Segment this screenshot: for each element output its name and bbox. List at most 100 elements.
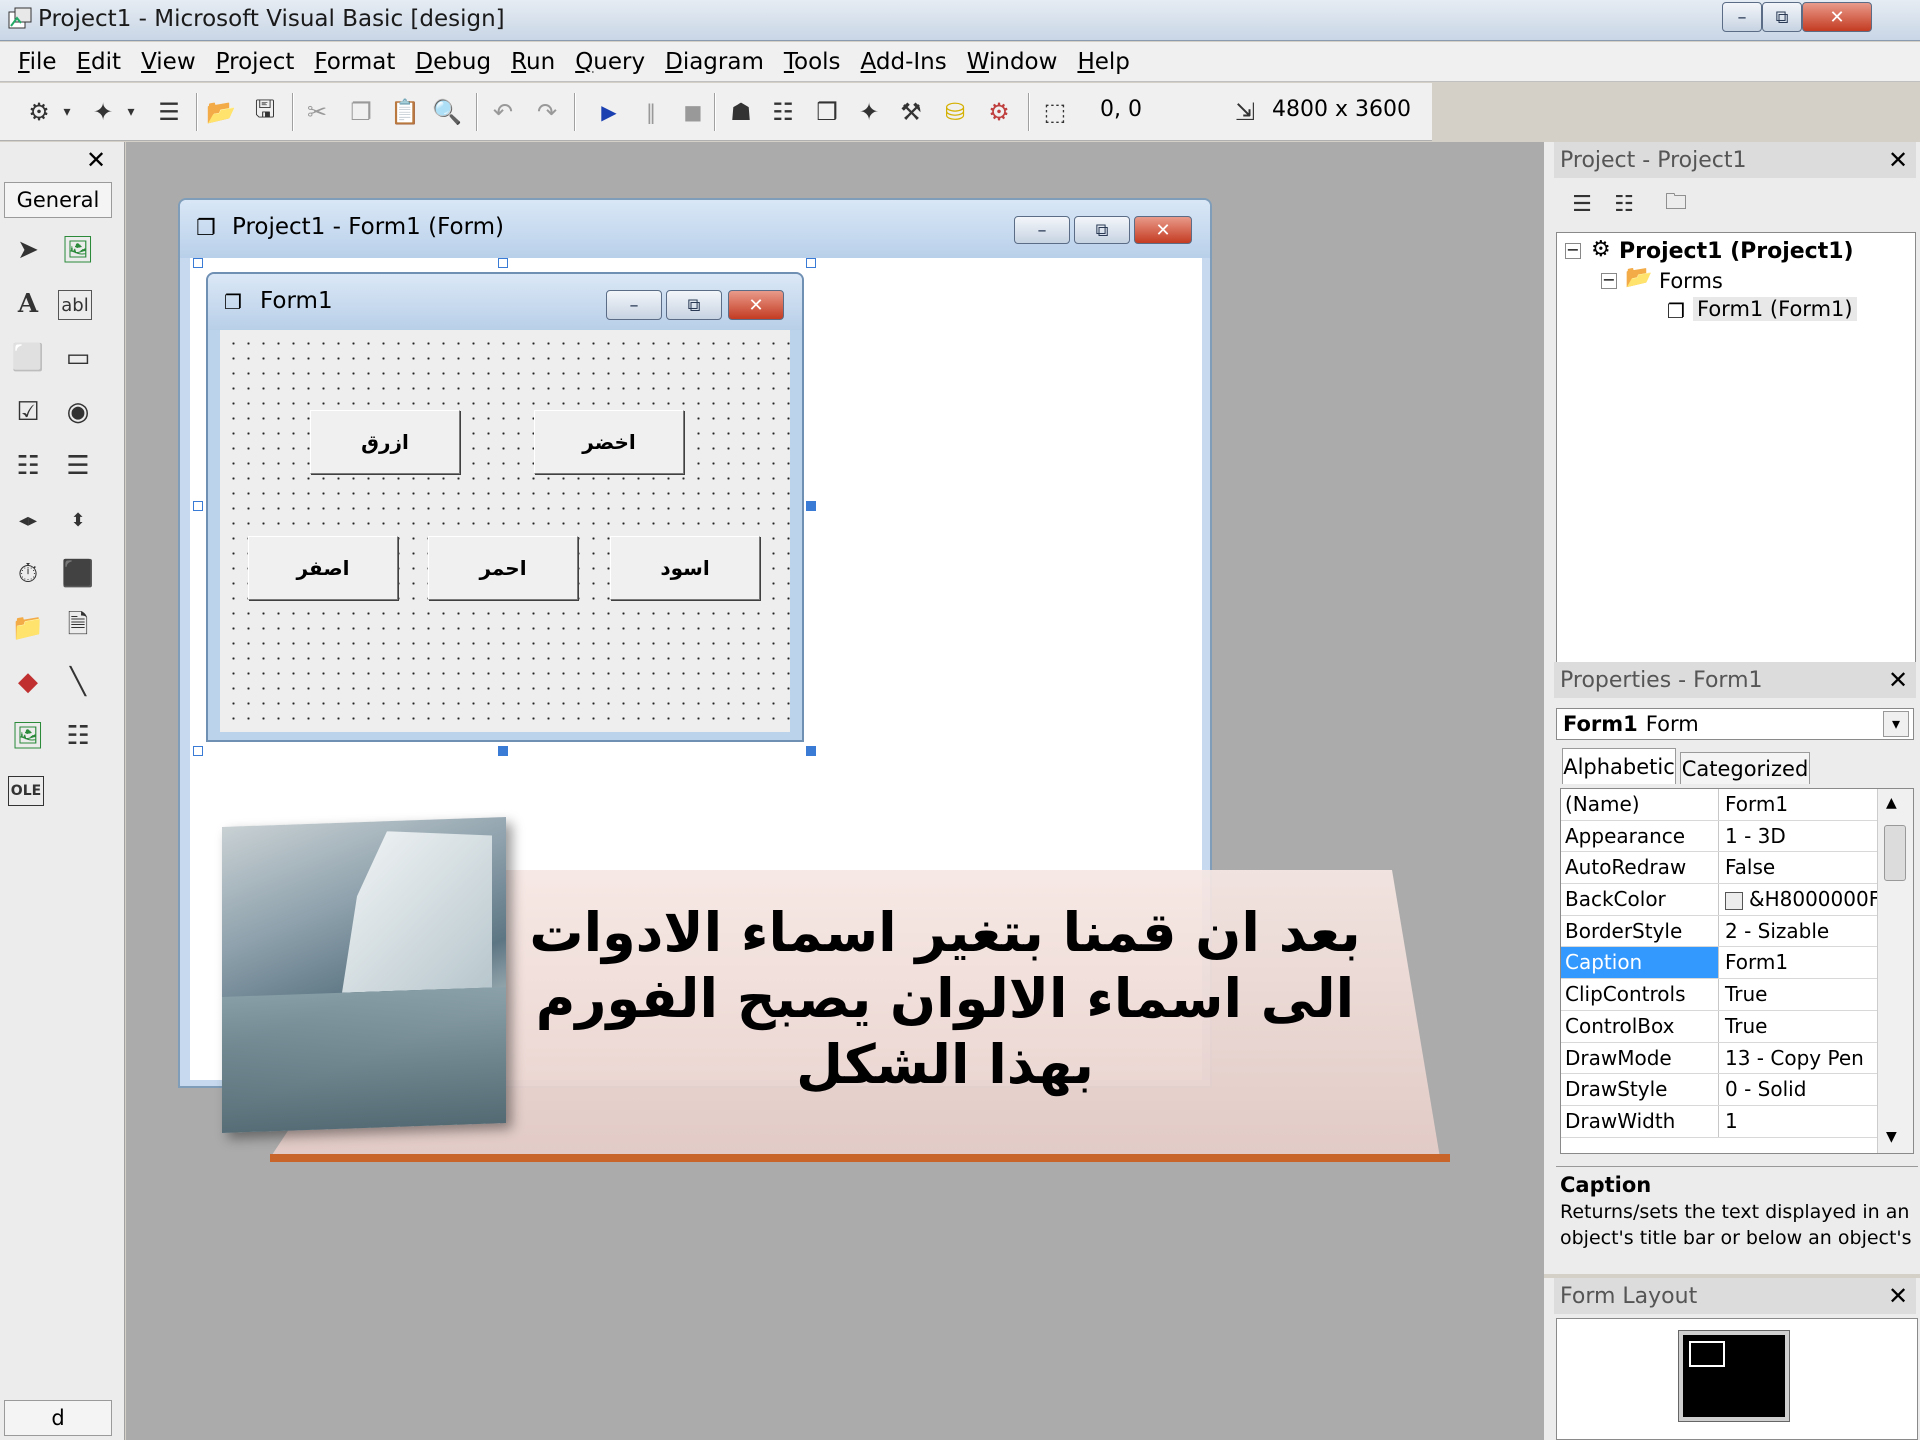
find-icon[interactable]: 🔍	[430, 95, 464, 129]
property-value[interactable]: 2 - Sizable	[1719, 916, 1877, 947]
line-icon[interactable]: ╲	[58, 662, 98, 702]
open-folder-icon[interactable]: 📂	[204, 95, 238, 129]
toolbox-bottom-tab[interactable]: d	[4, 1400, 112, 1436]
vscrollbar-icon[interactable]: ⬍	[58, 500, 98, 540]
form-layout-close-icon[interactable]: ✕	[1884, 1282, 1912, 1310]
toggle-folders-icon[interactable]: 🗀	[1656, 184, 1696, 224]
object-browser-icon[interactable]: ✦	[852, 95, 886, 129]
tree-project-root[interactable]: Project1 (Project1)	[1619, 239, 1854, 264]
end-icon[interactable]: ■	[676, 95, 710, 129]
property-row[interactable]: DrawStyle 0 - Solid	[1561, 1074, 1877, 1106]
menu-file[interactable]: File	[8, 49, 67, 75]
scroll-up-icon[interactable]: ▲	[1886, 795, 1897, 811]
form-position-marker[interactable]	[1689, 1341, 1725, 1367]
chevron-down-icon[interactable]: ▾	[58, 95, 76, 129]
hscrollbar-icon[interactable]: ◂▸	[8, 500, 48, 540]
toolbox-general-tab[interactable]: General	[4, 182, 112, 218]
command-button-yellow[interactable]: اصفر	[248, 536, 398, 600]
designer-minimize-button[interactable]: –	[1014, 216, 1070, 244]
menu-project[interactable]: Project	[206, 49, 305, 75]
property-value[interactable]: False	[1719, 852, 1877, 883]
property-row[interactable]: AutoRedraw False	[1561, 852, 1877, 885]
designer-restore-button[interactable]: ⧉	[1074, 216, 1130, 244]
drivelistbox-icon[interactable]: ⬛	[58, 554, 98, 594]
tree-forms-folder[interactable]: Forms	[1659, 269, 1723, 293]
label-icon[interactable]: A	[8, 284, 48, 324]
combobox-icon[interactable]: ☷	[8, 446, 48, 486]
optionbutton-icon[interactable]: ◉	[58, 392, 98, 432]
property-value[interactable]: True	[1719, 979, 1877, 1010]
close-button[interactable]: ✕	[1802, 2, 1872, 32]
property-row[interactable]: DrawWidth 1	[1561, 1105, 1877, 1138]
menu-debug[interactable]: Debug	[405, 49, 501, 75]
tree-form1-item[interactable]: Form1 (Form1)	[1693, 297, 1857, 321]
view-object-icon[interactable]: ☷	[1604, 184, 1644, 224]
menu-window[interactable]: Window	[957, 49, 1068, 75]
minimize-button[interactable]: –	[1722, 2, 1762, 32]
copy-icon[interactable]: ❐	[344, 95, 378, 129]
properties-panel-close-icon[interactable]: ✕	[1884, 666, 1912, 694]
data-control-icon[interactable]: ☷	[58, 716, 98, 756]
command-button-green[interactable]: اخضر	[534, 410, 684, 474]
resize-handle[interactable]	[806, 501, 816, 511]
timer-icon[interactable]: ⏱	[8, 554, 48, 594]
chevron-down-icon[interactable]: ▾	[122, 95, 140, 129]
designer-close-button[interactable]: ✕	[1134, 216, 1192, 244]
toolbox-close-icon[interactable]: ✕	[82, 146, 110, 174]
resize-handle[interactable]	[498, 746, 508, 756]
commandbutton-icon[interactable]: ▭	[58, 338, 98, 378]
property-value[interactable]: True	[1719, 1011, 1877, 1042]
command-button-black[interactable]: اسود	[610, 536, 760, 600]
undo-icon[interactable]: ↶	[486, 95, 520, 129]
object-selector[interactable]: Form1 Form ▾	[1556, 708, 1914, 740]
form1-close-button[interactable]: ✕	[728, 290, 784, 320]
paste-icon[interactable]: 📋	[388, 95, 422, 129]
cut-icon[interactable]: ✂	[300, 95, 334, 129]
restore-button[interactable]: ⧉	[1762, 2, 1802, 32]
property-row[interactable]: BackColor &H8000000F	[1561, 884, 1877, 916]
data-view-icon[interactable]: ⛁	[938, 95, 972, 129]
command-button-blue[interactable]: ازرق	[310, 410, 460, 474]
toolbox-icon[interactable]: ⚒	[894, 95, 928, 129]
property-row[interactable]: BorderStyle 2 - Sizable	[1561, 915, 1877, 948]
menu-tools[interactable]: Tools	[774, 49, 851, 75]
add-form-icon[interactable]: ✦	[86, 95, 120, 129]
menu-help[interactable]: Help	[1067, 49, 1139, 75]
property-scrollbar[interactable]: ▲ ▼	[1877, 789, 1913, 1153]
property-value[interactable]: 1 - 3D	[1719, 821, 1877, 852]
menu-editor-icon[interactable]: ☰	[152, 95, 186, 129]
checkbox-icon[interactable]: ☑	[8, 392, 48, 432]
redo-icon[interactable]: ↷	[530, 95, 564, 129]
tab-categorized[interactable]: Categorized	[1680, 752, 1810, 784]
frame-icon[interactable]: ⬜	[8, 338, 48, 378]
property-value[interactable]: 13 - Copy Pen	[1719, 1043, 1877, 1074]
scroll-down-icon[interactable]: ▼	[1886, 1129, 1897, 1145]
menu-edit[interactable]: Edit	[67, 49, 132, 75]
collapse-icon[interactable]: −	[1565, 242, 1581, 259]
image-icon[interactable]: 🖼	[8, 716, 48, 756]
property-value[interactable]: 1	[1719, 1106, 1877, 1137]
textbox-icon[interactable]: abl	[58, 290, 92, 320]
property-row-selected[interactable]: Caption Form1	[1561, 947, 1877, 980]
save-icon[interactable]: 🖫	[248, 95, 282, 129]
resize-handle[interactable]	[806, 746, 816, 756]
menu-run[interactable]: Run	[501, 49, 565, 75]
form1-restore-button[interactable]: ⧉	[666, 290, 722, 320]
start-icon[interactable]: ▶	[592, 95, 626, 129]
form1-minimize-button[interactable]: –	[606, 290, 662, 320]
break-icon[interactable]: ‖	[634, 95, 668, 129]
property-value[interactable]: &H8000000F	[1719, 884, 1877, 915]
view-code-icon[interactable]: ☰	[1562, 184, 1602, 224]
properties-window-icon[interactable]: ☷	[766, 95, 800, 129]
listbox-icon[interactable]: ☰	[58, 446, 98, 486]
pointer-icon[interactable]: ➤	[8, 230, 48, 270]
chevron-down-icon[interactable]: ▾	[1883, 711, 1909, 737]
property-value[interactable]: 0 - Solid	[1719, 1074, 1877, 1105]
add-project-icon[interactable]: ⚙	[22, 95, 56, 129]
collapse-icon[interactable]: −	[1601, 272, 1617, 289]
menu-view[interactable]: View	[131, 49, 206, 75]
menu-diagram[interactable]: Diagram	[655, 49, 774, 75]
shape-icon[interactable]: ◆	[8, 662, 48, 702]
property-value[interactable]: Form1	[1719, 789, 1877, 820]
property-row[interactable]: Appearance 1 - 3D	[1561, 820, 1877, 853]
